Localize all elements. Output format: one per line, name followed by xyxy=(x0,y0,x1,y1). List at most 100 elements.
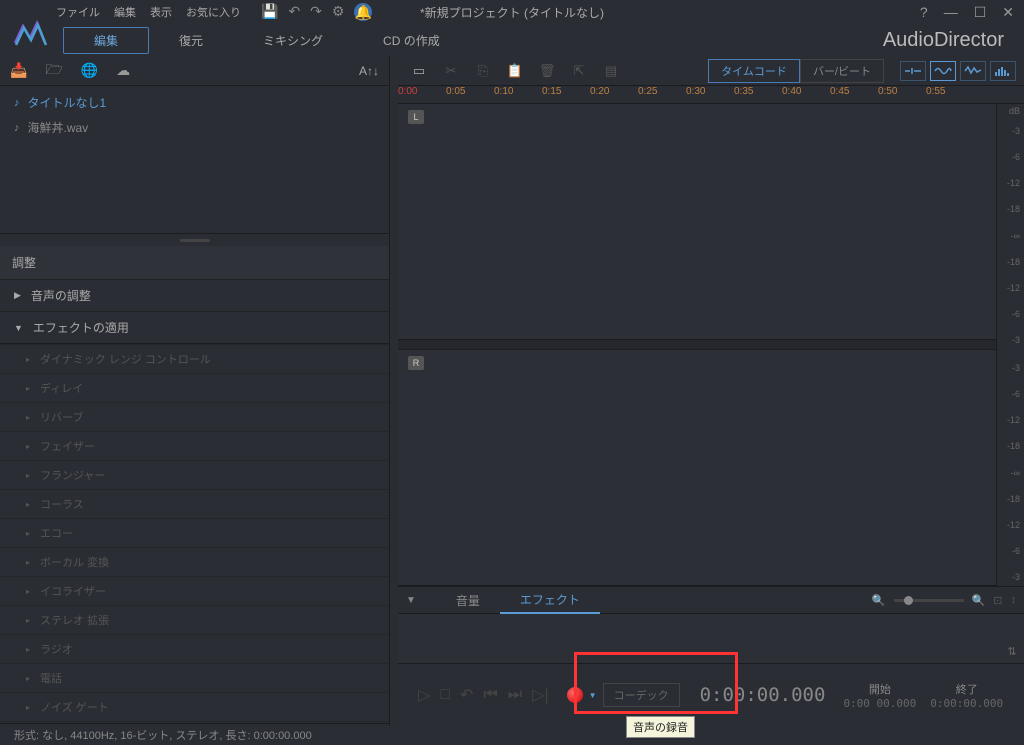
close-icon[interactable]: ✕ xyxy=(998,2,1018,23)
copy-icon[interactable]: ⎘ xyxy=(470,60,496,82)
adjust-panel: 調整 ▶ 音声の調整 ▼ エフェクトの適用 xyxy=(0,246,389,344)
effect-item[interactable]: ▸ラジオ xyxy=(0,634,389,663)
effect-item[interactable]: ▸ステレオ 拡張 xyxy=(0,605,389,634)
volume-tab[interactable]: 音量 xyxy=(436,588,500,613)
effect-item[interactable]: ▸ディレイ xyxy=(0,373,389,402)
media-item[interactable]: ♪ 海鮮丼.wav xyxy=(0,115,389,140)
undo-icon[interactable]: ↶ xyxy=(288,3,300,21)
next-icon[interactable]: ▷| xyxy=(532,685,548,705)
codec-button[interactable]: コーデック xyxy=(603,683,680,707)
channel-left[interactable]: L xyxy=(398,104,996,340)
mode-mixing[interactable]: ミキシング xyxy=(233,28,353,53)
effect-label: ステレオ 拡張 xyxy=(40,612,109,628)
horizontal-splitter[interactable] xyxy=(390,56,398,726)
effect-item[interactable]: ▸ノイズ ゲート xyxy=(0,692,389,721)
mode-restore[interactable]: 復元 xyxy=(149,28,233,53)
settings-icon[interactable]: ⚙ xyxy=(332,3,345,21)
menu-edit[interactable]: 編集 xyxy=(114,4,136,20)
start-value[interactable]: 0:00 00.000 xyxy=(843,697,916,710)
prev-icon[interactable]: ↶ xyxy=(460,685,473,705)
effect-item[interactable]: ▸リバーブ xyxy=(0,402,389,431)
sort-button[interactable]: A↑↓ xyxy=(359,64,379,78)
effect-label: フランジャー xyxy=(40,467,105,483)
effect-item[interactable]: ▸コーラス xyxy=(0,489,389,518)
db-tick: -6 xyxy=(1001,546,1020,556)
zoom-v-icon[interactable]: ↕ xyxy=(1011,594,1017,606)
record-group: ▼ コーデック xyxy=(567,683,680,707)
ruler-tick: 0:45 xyxy=(830,86,878,103)
stop-icon[interactable]: □ xyxy=(440,686,450,704)
media-item[interactable]: ♪ タイトルなし1 xyxy=(0,90,389,115)
barbeat-toggle[interactable]: バー/ビート xyxy=(800,59,884,83)
timecode-toggle[interactable]: タイムコード xyxy=(708,59,800,83)
end-value[interactable]: 0:00:00.000 xyxy=(930,697,1003,710)
record-tooltip: 音声の録音 xyxy=(626,716,695,738)
zoom-slider[interactable] xyxy=(894,599,964,602)
effect-item[interactable]: ▸フェイザー xyxy=(0,431,389,460)
chevron-right-icon: ▸ xyxy=(26,384,30,393)
effect-tab[interactable]: エフェクト xyxy=(500,587,600,614)
fast-forward-icon[interactable]: ⏭ xyxy=(508,686,522,704)
zoom-in-icon[interactable]: 🔍 xyxy=(972,594,986,607)
rewind-icon[interactable]: ⏮ xyxy=(483,686,497,704)
menu-favorites[interactable]: お気に入り xyxy=(186,4,241,20)
track-area[interactable] xyxy=(398,614,1024,664)
effect-item[interactable]: ▸フランジャー xyxy=(0,460,389,489)
app-name: AudioDirector xyxy=(883,29,1016,52)
timecode-display: 0:00:00.000 xyxy=(700,684,826,706)
effect-item[interactable]: ▸エコー xyxy=(0,518,389,547)
db-tick: -3 xyxy=(1001,363,1020,373)
effect-item[interactable]: ▸イコライザー xyxy=(0,576,389,605)
record-dropdown-icon[interactable]: ▼ xyxy=(589,691,597,700)
waveform-channels[interactable]: L R xyxy=(398,104,996,586)
selection-tool-icon[interactable]: ▭ xyxy=(406,60,432,82)
mode-cd[interactable]: CD の作成 xyxy=(353,28,470,53)
ruler-tick: 0:30 xyxy=(686,86,734,103)
chevron-right-icon: ▸ xyxy=(26,645,30,654)
menu-view[interactable]: 表示 xyxy=(150,4,172,20)
view-mode-freq-icon[interactable] xyxy=(960,61,986,81)
effect-item[interactable]: ▸ダイナミック レンジ コントロール xyxy=(0,344,389,373)
record-button[interactable] xyxy=(567,687,583,703)
download-icon[interactable]: 🌐 xyxy=(81,62,98,79)
channel-right[interactable]: R xyxy=(398,350,996,586)
redo-icon[interactable]: ↷ xyxy=(310,3,322,21)
effect-apply-row[interactable]: ▼ エフェクトの適用 xyxy=(0,311,389,343)
effect-item[interactable]: ▸ボーカル 変換 xyxy=(0,547,389,576)
import-folder-icon[interactable]: 🗁 xyxy=(45,59,62,83)
normalize-icon[interactable]: ▤ xyxy=(598,60,624,82)
play-icon[interactable]: ▷ xyxy=(418,685,430,705)
cloud-icon[interactable]: ☁ xyxy=(116,62,130,79)
view-mode-spectrum-icon[interactable] xyxy=(990,61,1016,81)
notification-icon[interactable]: 🔔 xyxy=(354,3,372,21)
crop-icon[interactable]: ⇱ xyxy=(566,60,592,82)
expand-down-icon: ▼ xyxy=(14,323,23,333)
collapse-down-icon[interactable]: ▼ xyxy=(406,595,416,606)
help-icon[interactable]: ? xyxy=(916,2,932,22)
view-mode-compare-icon[interactable] xyxy=(900,61,926,81)
end-time-field: 終了 0:00:00.000 xyxy=(930,681,1003,710)
effect-item[interactable]: ▸電話 xyxy=(0,663,389,692)
db-tick: -6 xyxy=(1001,389,1020,399)
cut-icon[interactable]: ✂ xyxy=(438,60,464,82)
effect-label: イコライザー xyxy=(40,583,106,599)
menu-file[interactable]: ファイル xyxy=(56,4,100,20)
paste-icon[interactable]: 📋 xyxy=(502,60,528,82)
view-mode-wave-icon[interactable] xyxy=(930,61,956,81)
mode-edit[interactable]: 編集 xyxy=(63,27,149,54)
save-icon[interactable]: 💾 xyxy=(261,3,278,21)
vertical-splitter[interactable] xyxy=(0,234,389,246)
zoom-fit-icon[interactable]: ⊡ xyxy=(993,594,1002,607)
import-media-icon[interactable]: 📥 xyxy=(10,62,27,79)
audio-adjust-row[interactable]: ▶ 音声の調整 xyxy=(0,279,389,311)
db-tick: -12 xyxy=(1001,283,1020,293)
maximize-icon[interactable]: ☐ xyxy=(970,2,991,23)
zoom-out-icon[interactable]: 🔍 xyxy=(872,594,886,607)
timeline-ruler[interactable]: 0:00 0:05 0:10 0:15 0:20 0:25 0:30 0:35 … xyxy=(398,86,1024,104)
db-tick: -18 xyxy=(1001,257,1020,267)
effect-label: ボーカル 変換 xyxy=(40,554,109,570)
transport-bar: ▷ □ ↶ ⏮ ⏭ ▷| ▼ コーデック 0:00:00.000 開始 0:00… xyxy=(398,664,1024,726)
status-bar: 形式: なし, 44100Hz, 16-ビット, ステレオ, 長さ: 0:00:… xyxy=(0,723,390,745)
minimize-icon[interactable]: — xyxy=(940,2,962,22)
delete-icon[interactable]: 🗑 xyxy=(534,60,560,82)
